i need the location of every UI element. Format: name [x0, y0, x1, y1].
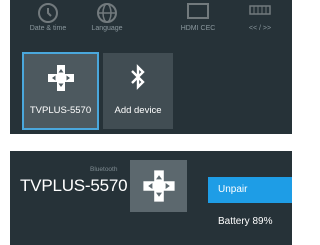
device-detail-panel: Bluetooth TVPLUS-5570 Unpair Battery 89%: [10, 151, 292, 245]
keyboard-icon: [249, 5, 271, 15]
settings-tile-language[interactable]: Language: [77, 0, 137, 44]
unpair-button[interactable]: Unpair: [208, 177, 292, 203]
settings-tile-label: HDMI CEC: [180, 25, 216, 32]
add-device-tile[interactable]: Add device: [103, 53, 173, 129]
hdmi-icon: [187, 3, 209, 19]
settings-tile-label: Date & time: [29, 25, 67, 32]
settings-tile-hdmi-cec[interactable]: HDMI CEC: [168, 0, 228, 44]
globe-icon: [97, 3, 117, 23]
battery-status: Battery 89%: [218, 216, 273, 227]
bluetooth-icon: [131, 64, 145, 90]
settings-tile-label: Language: [91, 25, 123, 32]
device-tile-label: TVPLUS-5570: [29, 105, 92, 116]
section-label: Bluetooth: [90, 166, 118, 173]
gamepad-icon: [142, 170, 175, 202]
device-icon-box: [130, 160, 187, 212]
settings-previous-row: Date & time Language HDMI CEC << / >>: [10, 0, 292, 44]
gamepad-icon: [47, 65, 74, 91]
settings-tile-label: << / >>: [248, 25, 272, 32]
device-name-title: TVPLUS-5570: [20, 176, 128, 195]
settings-tile-date-time[interactable]: Date & time: [18, 0, 78, 44]
clock-icon: [38, 3, 58, 23]
settings-grid-panel: Date & time Language HDMI CEC << / >> TV…: [10, 0, 292, 134]
add-device-label: Add device: [114, 105, 162, 116]
settings-tile-keys[interactable]: << / >>: [230, 0, 290, 44]
device-action-menu: Unpair Battery 89%: [208, 177, 292, 235]
device-tile-tvplus[interactable]: TVPLUS-5570: [22, 52, 99, 130]
